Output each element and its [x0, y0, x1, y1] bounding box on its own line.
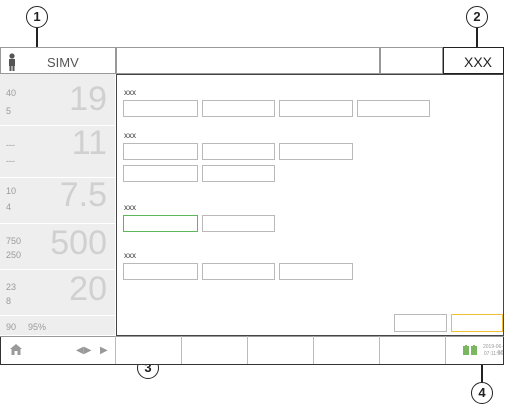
tile-lower-limit: 8: [6, 296, 12, 306]
tile-value: 11: [71, 124, 107, 162]
setting-field[interactable]: [202, 100, 275, 117]
tile-lower-limit: 250: [6, 250, 22, 260]
setting-field[interactable]: [123, 100, 198, 117]
tile-upper-limit: ---: [6, 140, 15, 150]
ventilation-mode-label: SIMV: [47, 55, 79, 70]
callout-2: 2: [466, 6, 488, 28]
group-label: xxx: [124, 251, 136, 260]
setting-field[interactable]: [123, 263, 198, 280]
setting-field[interactable]: [202, 263, 275, 280]
setting-field[interactable]: [123, 165, 198, 182]
setting-field[interactable]: [202, 165, 275, 182]
callout-1: 1: [26, 6, 48, 28]
footer-cell[interactable]: [247, 336, 313, 364]
header-center-cell: [116, 47, 380, 74]
setting-field[interactable]: [202, 215, 275, 232]
parameter-tile: --- --- 11: [0, 126, 115, 178]
cancel-button[interactable]: [394, 314, 447, 332]
tile-upper-limit: 23: [6, 282, 17, 292]
group-label: xxx: [124, 203, 136, 212]
header-small-cell[interactable]: [380, 47, 443, 74]
tile-value: 500: [50, 224, 107, 262]
tile-lower-limit: 4: [6, 202, 12, 212]
footer-cell[interactable]: [379, 336, 445, 364]
tile-upper-limit: 90: [6, 322, 17, 332]
tile-value: 20: [69, 270, 107, 308]
previous-icon[interactable]: ◀▶: [76, 345, 91, 356]
confirm-button[interactable]: [451, 314, 503, 332]
group-label: xxx: [124, 131, 136, 140]
footer-cell[interactable]: [115, 336, 181, 364]
tile-value: 19: [69, 80, 107, 118]
tile-upper-limit: 750: [6, 236, 22, 246]
tile-lower-limit: ---: [6, 156, 15, 166]
callout-4: 4: [471, 382, 493, 404]
parameter-tile: 90 95%: [0, 316, 115, 336]
parameter-tile: 40 5 19: [0, 74, 115, 126]
tile-upper-limit: 10: [6, 186, 17, 196]
setting-field[interactable]: [123, 143, 198, 160]
setting-field[interactable]: [279, 263, 353, 280]
tile-value: 7.5: [59, 176, 107, 214]
setting-field[interactable]: [202, 143, 275, 160]
group-label: xxx: [124, 88, 136, 97]
parameter-tile: 750 250 500: [0, 224, 115, 270]
next-icon[interactable]: ▶: [100, 345, 108, 356]
tile-lower-limit: 5: [6, 106, 12, 116]
setting-field[interactable]: [357, 100, 430, 117]
tile-lower-limit: 95%: [28, 322, 47, 332]
parameter-tile: 23 8 20: [0, 270, 115, 316]
status-time: 07:11:56: [483, 351, 503, 357]
parameter-tile: 10 4 7.5: [0, 178, 115, 224]
tile-upper-limit: 40: [6, 88, 17, 98]
setting-field[interactable]: [279, 143, 353, 160]
battery-icon: [463, 345, 477, 355]
selected-setting-field[interactable]: [123, 215, 198, 232]
home-icon[interactable]: [10, 344, 22, 355]
setting-field[interactable]: [279, 100, 353, 117]
header-right-label: XXX: [464, 54, 493, 70]
footer-cell[interactable]: [181, 336, 247, 364]
footer-cell[interactable]: [313, 336, 379, 364]
person-icon: [9, 53, 15, 71]
